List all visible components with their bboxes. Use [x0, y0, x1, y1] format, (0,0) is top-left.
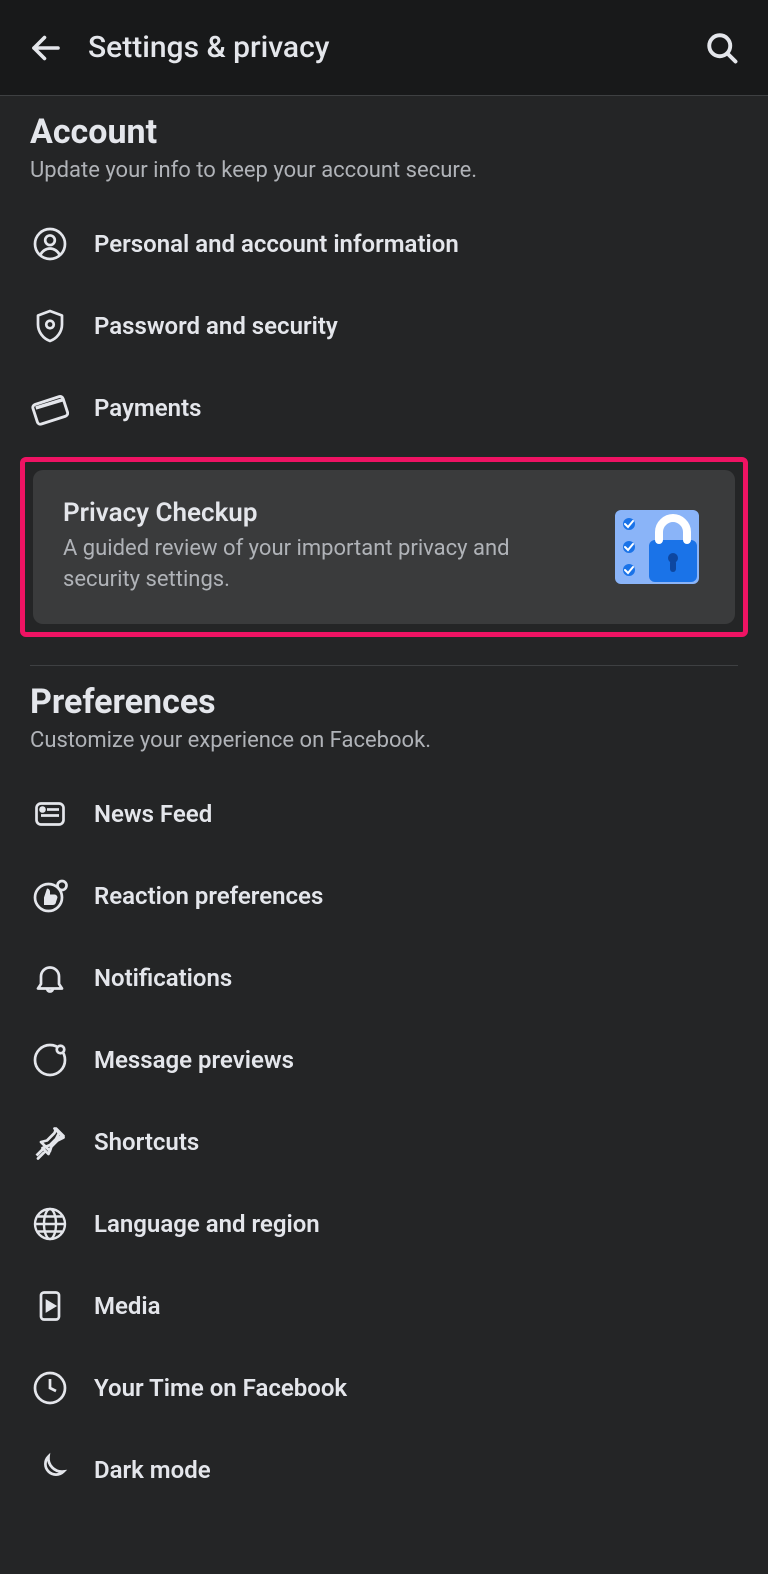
row-label: Dark mode: [94, 1456, 211, 1484]
news-feed-icon: [30, 794, 70, 834]
row-personal-info[interactable]: Personal and account information: [30, 203, 738, 285]
card-text: Privacy Checkup A guided review of your …: [63, 498, 589, 596]
like-icon: [30, 876, 70, 916]
row-label: Media: [94, 1292, 161, 1320]
globe-icon: [30, 1204, 70, 1244]
row-message-previews[interactable]: Message previews: [30, 1019, 738, 1101]
person-icon: [30, 224, 70, 264]
row-news-feed[interactable]: News Feed: [30, 773, 738, 855]
clock-icon: [30, 1368, 70, 1408]
row-label: Language and region: [94, 1210, 320, 1238]
page-title: Settings & privacy: [88, 30, 700, 65]
back-button[interactable]: [24, 26, 68, 70]
row-notifications[interactable]: Notifications: [30, 937, 738, 1019]
row-password-security[interactable]: Password and security: [30, 285, 738, 367]
shield-icon: [30, 306, 70, 346]
media-icon: [30, 1286, 70, 1326]
privacy-checkup-card[interactable]: Privacy Checkup A guided review of your …: [33, 470, 735, 624]
preferences-section: Preferences Customize your experience on…: [0, 666, 768, 1511]
row-dark-mode[interactable]: Dark mode: [30, 1429, 738, 1511]
row-label: Your Time on Facebook: [94, 1374, 347, 1402]
row-label: Password and security: [94, 312, 338, 340]
privacy-checkup-highlight: Privacy Checkup A guided review of your …: [20, 457, 748, 637]
row-media[interactable]: Media: [30, 1265, 738, 1347]
bell-icon: [30, 958, 70, 998]
row-your-time[interactable]: Your Time on Facebook: [30, 1347, 738, 1429]
content: Account Update your info to keep your ac…: [0, 96, 768, 1511]
preferences-subtitle: Customize your experience on Facebook.: [30, 728, 738, 753]
privacy-checkup-subtitle: A guided review of your important privac…: [63, 534, 589, 596]
search-button[interactable]: [700, 26, 744, 70]
message-icon: [30, 1040, 70, 1080]
account-title: Account: [30, 112, 738, 152]
app-header: Settings & privacy: [0, 0, 768, 96]
account-section: Account Update your info to keep your ac…: [0, 96, 768, 449]
row-label: Payments: [94, 394, 201, 422]
moon-icon: [30, 1450, 70, 1490]
row-reaction-preferences[interactable]: Reaction preferences: [30, 855, 738, 937]
row-label: News Feed: [94, 800, 212, 828]
arrow-left-icon: [28, 30, 64, 66]
row-language-region[interactable]: Language and region: [30, 1183, 738, 1265]
credit-card-icon: [30, 388, 70, 428]
preferences-title: Preferences: [30, 682, 738, 722]
privacy-checkup-title: Privacy Checkup: [63, 498, 589, 528]
account-subtitle: Update your info to keep your account se…: [30, 158, 738, 183]
privacy-checkup-illustration-icon: [609, 504, 705, 590]
pin-icon: [30, 1122, 70, 1162]
row-label: Personal and account information: [94, 230, 459, 258]
row-label: Message previews: [94, 1046, 294, 1074]
row-shortcuts[interactable]: Shortcuts: [30, 1101, 738, 1183]
row-label: Reaction preferences: [94, 882, 323, 910]
row-label: Shortcuts: [94, 1128, 199, 1156]
row-payments[interactable]: Payments: [30, 367, 738, 449]
row-label: Notifications: [94, 964, 232, 992]
search-icon: [704, 30, 740, 66]
